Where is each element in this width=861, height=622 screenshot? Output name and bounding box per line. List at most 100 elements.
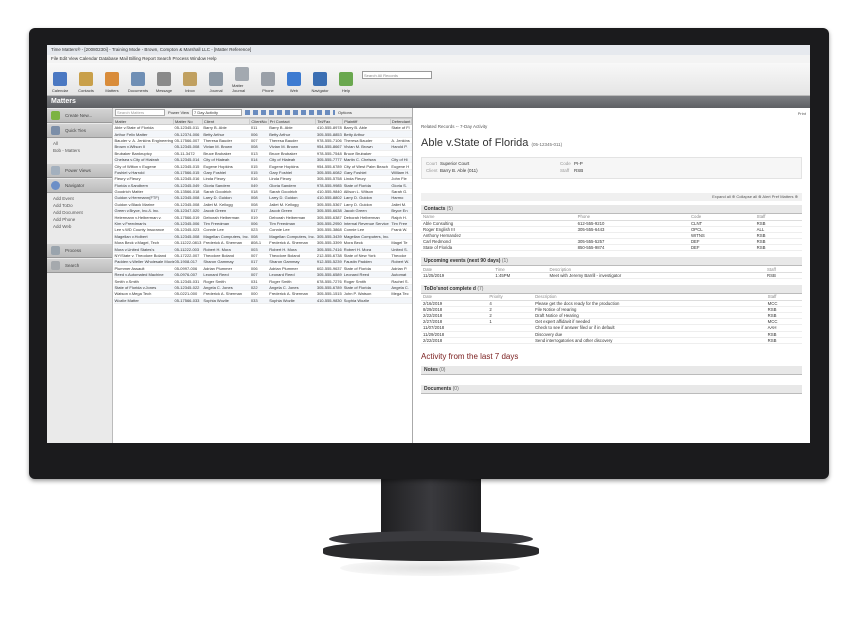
cell: Magellan Computers, Inc. bbox=[202, 233, 250, 241]
sidebar-item-add-event[interactable]: Add Event bbox=[47, 195, 112, 202]
cell: City of West Palm Beach bbox=[342, 162, 391, 170]
cell: William H. bbox=[390, 169, 412, 177]
todo-row[interactable]: 2/22/2018 Send interrogatories and other … bbox=[421, 337, 802, 344]
options-button[interactable]: Options bbox=[338, 110, 352, 115]
cell: 305-555-5758 bbox=[315, 175, 343, 183]
list-search-bar: Search Matters Power View 7 Day Activity… bbox=[113, 108, 412, 118]
toolbar-search-input[interactable]: Search All Records bbox=[362, 71, 432, 79]
documents-count: (0) bbox=[452, 385, 459, 392]
toolbar-button-contacts[interactable]: Contacts bbox=[76, 72, 96, 93]
cell: Padden v.Weller Wholesale Movies, Inc. bbox=[113, 258, 174, 266]
toolbar-button-documents[interactable]: Documents bbox=[128, 72, 148, 93]
process-header[interactable]: Process bbox=[47, 244, 112, 258]
contact-row[interactable]: State of Florida 850-555-9874 DEF RSB bbox=[421, 244, 802, 252]
cell: 305-555-5367 bbox=[315, 201, 343, 209]
activity-title: Activity from the last 7 days bbox=[421, 351, 519, 361]
table-body: Able v.State of Florida 05-12345-011 Barry… bbox=[113, 124, 412, 304]
toolbar-button-navigator[interactable]: Navigator bbox=[310, 72, 330, 93]
search-label: Search bbox=[65, 263, 80, 268]
cell: 410-555-8978 bbox=[315, 124, 343, 132]
sidebar-item-add-todo[interactable]: Add ToDo bbox=[47, 202, 112, 209]
sidebar: Create New... Quick Ties All Bob - Matte… bbox=[47, 108, 113, 443]
cell: 05-11222-003 bbox=[173, 245, 203, 253]
contacts-icon bbox=[79, 72, 93, 86]
toolbar-button-web[interactable]: Web bbox=[284, 72, 304, 93]
search-header[interactable]: Search bbox=[47, 259, 112, 273]
cell: 954-555-6789 bbox=[315, 162, 343, 170]
navigator-icon bbox=[51, 181, 60, 190]
toolbar-label: Phone bbox=[262, 88, 274, 93]
contacts-count: (5) bbox=[446, 206, 453, 212]
documents-section-header[interactable]: Documents (0) bbox=[421, 384, 802, 394]
navigator-header[interactable]: Navigator bbox=[47, 179, 112, 193]
court-label: Court bbox=[426, 161, 438, 166]
documents-icon bbox=[131, 72, 145, 86]
toolbar-label: Calendar bbox=[51, 88, 69, 93]
cell: DEF bbox=[688, 244, 755, 252]
cell: Eugene H bbox=[390, 162, 412, 170]
toolbar-button-matters[interactable]: Matters bbox=[102, 72, 122, 93]
cell: 305-555-6082 bbox=[315, 169, 343, 177]
list-tool-icons[interactable] bbox=[245, 110, 336, 115]
notes-section-header[interactable]: Notes (0) bbox=[421, 365, 802, 375]
toolbar-button-journal[interactable]: Journal bbox=[206, 72, 226, 93]
cell: 05-17222-007 bbox=[173, 252, 203, 260]
toolbar-button-help[interactable]: Help bbox=[336, 72, 356, 93]
cell: 305-555-2950 bbox=[315, 220, 343, 228]
sidebar-item-add-web[interactable]: Add Web bbox=[47, 223, 112, 230]
toolbar-label: Matters bbox=[105, 88, 119, 93]
column-header[interactable]: Defendant bbox=[389, 118, 413, 125]
cell: 05-12345-023 bbox=[173, 226, 203, 234]
events-section-header[interactable]: Upcoming events (next 90 days) (1) bbox=[421, 257, 802, 267]
toolbar-button-inbox[interactable]: Inbox bbox=[180, 72, 200, 93]
sidebar-item-add-document[interactable]: Add Document bbox=[47, 209, 112, 216]
toolbar-button-calendar[interactable]: Calendar bbox=[50, 72, 70, 93]
toolbar-button-matter-journal[interactable]: Matter Journal bbox=[232, 67, 252, 93]
code-value: PI-P bbox=[574, 161, 583, 166]
contacts-title: Contacts bbox=[424, 206, 446, 212]
print-button[interactable]: Print bbox=[798, 111, 806, 116]
matter-title-text: Able v.State of Florida bbox=[421, 137, 529, 149]
sidebar-item-bob-matters[interactable]: Bob - Matters bbox=[47, 147, 112, 154]
powerview-select[interactable]: 7 Day Activity bbox=[192, 109, 243, 116]
cell: 978-555-7548 bbox=[315, 150, 343, 157]
sidebar-item-all[interactable]: All bbox=[47, 140, 112, 147]
staff-label: Staff bbox=[560, 168, 570, 173]
cell: 305-555-7416 bbox=[315, 245, 343, 253]
web-icon bbox=[287, 72, 301, 86]
sidebar-item-add-phone[interactable]: Add Phone bbox=[47, 216, 112, 223]
cell: 05-12345-006 bbox=[173, 220, 203, 228]
list-search-input[interactable]: Search Matters bbox=[115, 109, 165, 116]
todos-table: Date Priority Description Staff 2/16/2019 4 Pl… bbox=[421, 294, 802, 344]
toolbar-button-phone[interactable]: Phone bbox=[258, 72, 278, 93]
toolbar-button-message[interactable]: Message bbox=[154, 72, 174, 93]
expand-collapse-bar[interactable]: Expand all ⊕ Collapse all ⊗ Alert Pref M… bbox=[421, 193, 802, 201]
cell: 305-555-3868 bbox=[315, 226, 343, 234]
cell: 05-17566-033 bbox=[173, 297, 203, 304]
power-views-header[interactable]: Power Views bbox=[47, 164, 112, 178]
cell: Bauder v. A. Jenkins Engineering LLC bbox=[113, 137, 174, 145]
matter-title: Able v.State of Florida (05-12345-011) bbox=[413, 129, 810, 149]
stand-shadow bbox=[340, 560, 520, 576]
todos-section-header[interactable]: ToDo'snot complete d (7) bbox=[421, 285, 802, 295]
toolbar-label: Matter Journal bbox=[232, 83, 246, 93]
cell: RSB bbox=[765, 337, 802, 344]
menu-bar[interactable]: File Edit View Calendar Database Mail Bi… bbox=[47, 55, 810, 63]
contacts-section-header[interactable]: Contacts (5) bbox=[421, 205, 802, 214]
cell: 05-12345-008 bbox=[173, 194, 203, 202]
matter-number: (05-12345-011) bbox=[531, 142, 563, 147]
cell: 978-555-7106 bbox=[315, 137, 343, 145]
column-header[interactable]: ClientNo bbox=[249, 118, 269, 125]
cell: 410-555-9830 bbox=[315, 297, 343, 304]
table-row[interactable]: Wozlie Matter 05-17566-033 Sophia Wozlie 03… bbox=[113, 297, 412, 304]
toolbar-label: Web bbox=[289, 88, 299, 93]
quick-ties-header[interactable]: Quick Ties bbox=[47, 124, 112, 138]
stage: Time Matters® - [20080230i] - Training M… bbox=[0, 0, 861, 622]
notes-title: Notes bbox=[424, 366, 438, 373]
cell: 978-555-9985 bbox=[315, 182, 343, 189]
cell: Send interrogatories and other discovery bbox=[533, 337, 766, 344]
events-count: (1) bbox=[501, 258, 508, 265]
event-row[interactable]: 11/25/2019 1:45PM Meet with Jeremy Barrill… bbox=[421, 272, 802, 280]
cell: Robert W. bbox=[390, 258, 412, 266]
create-new-button[interactable]: Create New... bbox=[47, 109, 112, 123]
